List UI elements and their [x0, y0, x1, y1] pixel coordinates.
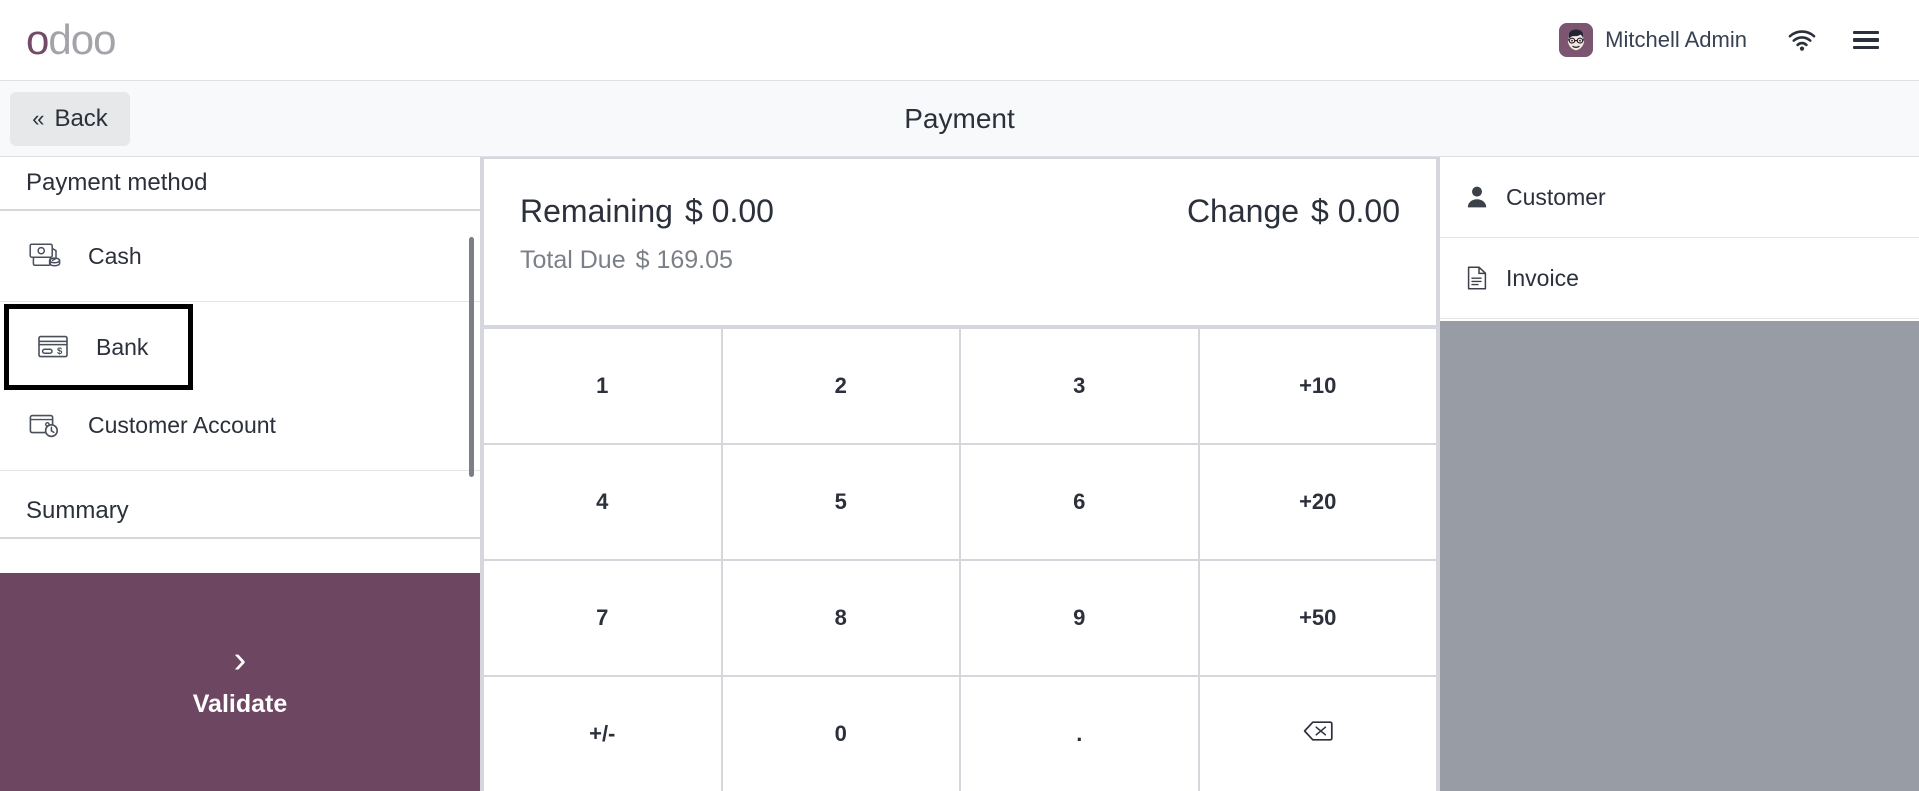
navbar-right-group: Mitchell Admin	[1559, 13, 1893, 67]
cash-icon	[26, 239, 66, 273]
page-title: Payment	[904, 103, 1015, 134]
payment-method-label: Customer Account	[88, 411, 276, 438]
key-5[interactable]: 5	[722, 445, 959, 559]
numpad: 1 2 3 +10 4 5 6 +20 7 8 9 +50 +/- 0 .	[484, 329, 1436, 791]
key-2[interactable]: 2	[722, 329, 959, 443]
key-backspace[interactable]	[1199, 677, 1436, 791]
change-amount: Change $ 0.00	[1187, 193, 1400, 230]
key-9[interactable]: 9	[961, 561, 1198, 675]
key-7[interactable]: 7	[484, 561, 721, 675]
remaining-value: $ 0.00	[684, 193, 774, 229]
document-icon	[1464, 265, 1490, 291]
user-menu[interactable]: Mitchell Admin	[1559, 23, 1747, 57]
backspace-icon	[1303, 719, 1333, 749]
payment-method-bank[interactable]: $ Bank	[4, 304, 193, 390]
user-name: Mitchell Admin	[1605, 27, 1747, 52]
back-chevron-icon: «	[32, 106, 45, 131]
pos-payment-screen: odoo Mitchell Admin Payment « Back Payme…	[0, 0, 1919, 791]
odoo-logo[interactable]: odoo	[26, 16, 116, 63]
person-icon	[1464, 184, 1490, 210]
payment-method-header: Payment method	[0, 157, 480, 211]
top-navbar: odoo Mitchell Admin	[0, 0, 1919, 81]
avatar	[1559, 23, 1594, 57]
key-8[interactable]: 8	[722, 561, 959, 675]
total-due-value: $ 169.05	[635, 246, 733, 274]
key-plus-20[interactable]: +20	[1199, 445, 1436, 559]
customer-label: Customer	[1506, 183, 1606, 210]
key-1[interactable]: 1	[484, 329, 721, 443]
change-value: $ 0.00	[1311, 193, 1400, 229]
svg-text:$: $	[57, 346, 63, 357]
chevron-right-icon: ›	[233, 639, 247, 682]
key-3[interactable]: 3	[961, 329, 1198, 443]
key-sign-toggle[interactable]: +/-	[484, 677, 721, 791]
back-button-label: Back	[54, 105, 108, 132]
back-button[interactable]: « Back	[10, 92, 130, 146]
amount-row-secondary: Total Due $ 169.05	[520, 246, 1400, 275]
sub-header: Payment « Back	[0, 81, 1919, 157]
payment-method-cash[interactable]: Cash	[0, 211, 480, 302]
key-plus-10[interactable]: +10	[1199, 329, 1436, 443]
payment-method-list: Cash $ Bank Customer Account	[0, 211, 480, 485]
total-due-label: Total Due	[520, 246, 626, 274]
key-6[interactable]: 6	[961, 445, 1198, 559]
right-panel: Customer Invoice	[1440, 157, 1919, 791]
invoice-label: Invoice	[1506, 264, 1579, 291]
validate-button[interactable]: › Validate	[0, 573, 480, 791]
payment-method-scrollbar[interactable]	[466, 211, 478, 485]
center-panel: Remaining $ 0.00 Change $ 0.00 Total Due $ …	[484, 157, 1436, 791]
invoice-button[interactable]: Invoice	[1440, 238, 1919, 319]
total-due-amount: Total Due $ 169.05	[520, 246, 1400, 275]
payment-method-label: Cash	[88, 242, 142, 269]
key-decimal[interactable]: .	[961, 677, 1198, 791]
key-plus-50[interactable]: +50	[1199, 561, 1436, 675]
key-0[interactable]: 0	[722, 677, 959, 791]
key-4[interactable]: 4	[484, 445, 721, 559]
scrollbar-thumb[interactable]	[469, 237, 474, 477]
payment-method-customer-account[interactable]: Customer Account	[0, 380, 480, 471]
main-area: Payment method Cash $ Bank Customer Acco…	[0, 157, 1919, 791]
hamburger-menu-icon[interactable]	[1839, 13, 1893, 67]
summary-header: Summary	[0, 485, 480, 539]
left-panel: Payment method Cash $ Bank Customer Acco…	[0, 157, 480, 791]
amount-row-primary: Remaining $ 0.00 Change $ 0.00	[520, 193, 1400, 230]
summary-body	[0, 539, 480, 573]
change-label: Change	[1186, 193, 1300, 229]
remaining-label: Remaining	[520, 193, 673, 229]
odoo-logo-rest: doo	[48, 16, 116, 63]
customer-button[interactable]: Customer	[1440, 157, 1919, 238]
payment-method-label: Bank	[96, 333, 149, 360]
wallet-clock-icon	[26, 408, 66, 442]
amount-display: Remaining $ 0.00 Change $ 0.00 Total Due $ …	[484, 159, 1436, 325]
hamburger-bars	[1853, 27, 1879, 54]
credit-card-icon: $	[34, 330, 74, 364]
validate-button-label: Validate	[192, 689, 288, 718]
odoo-logo-first-letter: o	[26, 16, 49, 63]
remaining-amount: Remaining $ 0.00	[520, 193, 774, 230]
right-panel-placeholder	[1440, 321, 1919, 791]
wifi-icon[interactable]	[1775, 13, 1829, 67]
